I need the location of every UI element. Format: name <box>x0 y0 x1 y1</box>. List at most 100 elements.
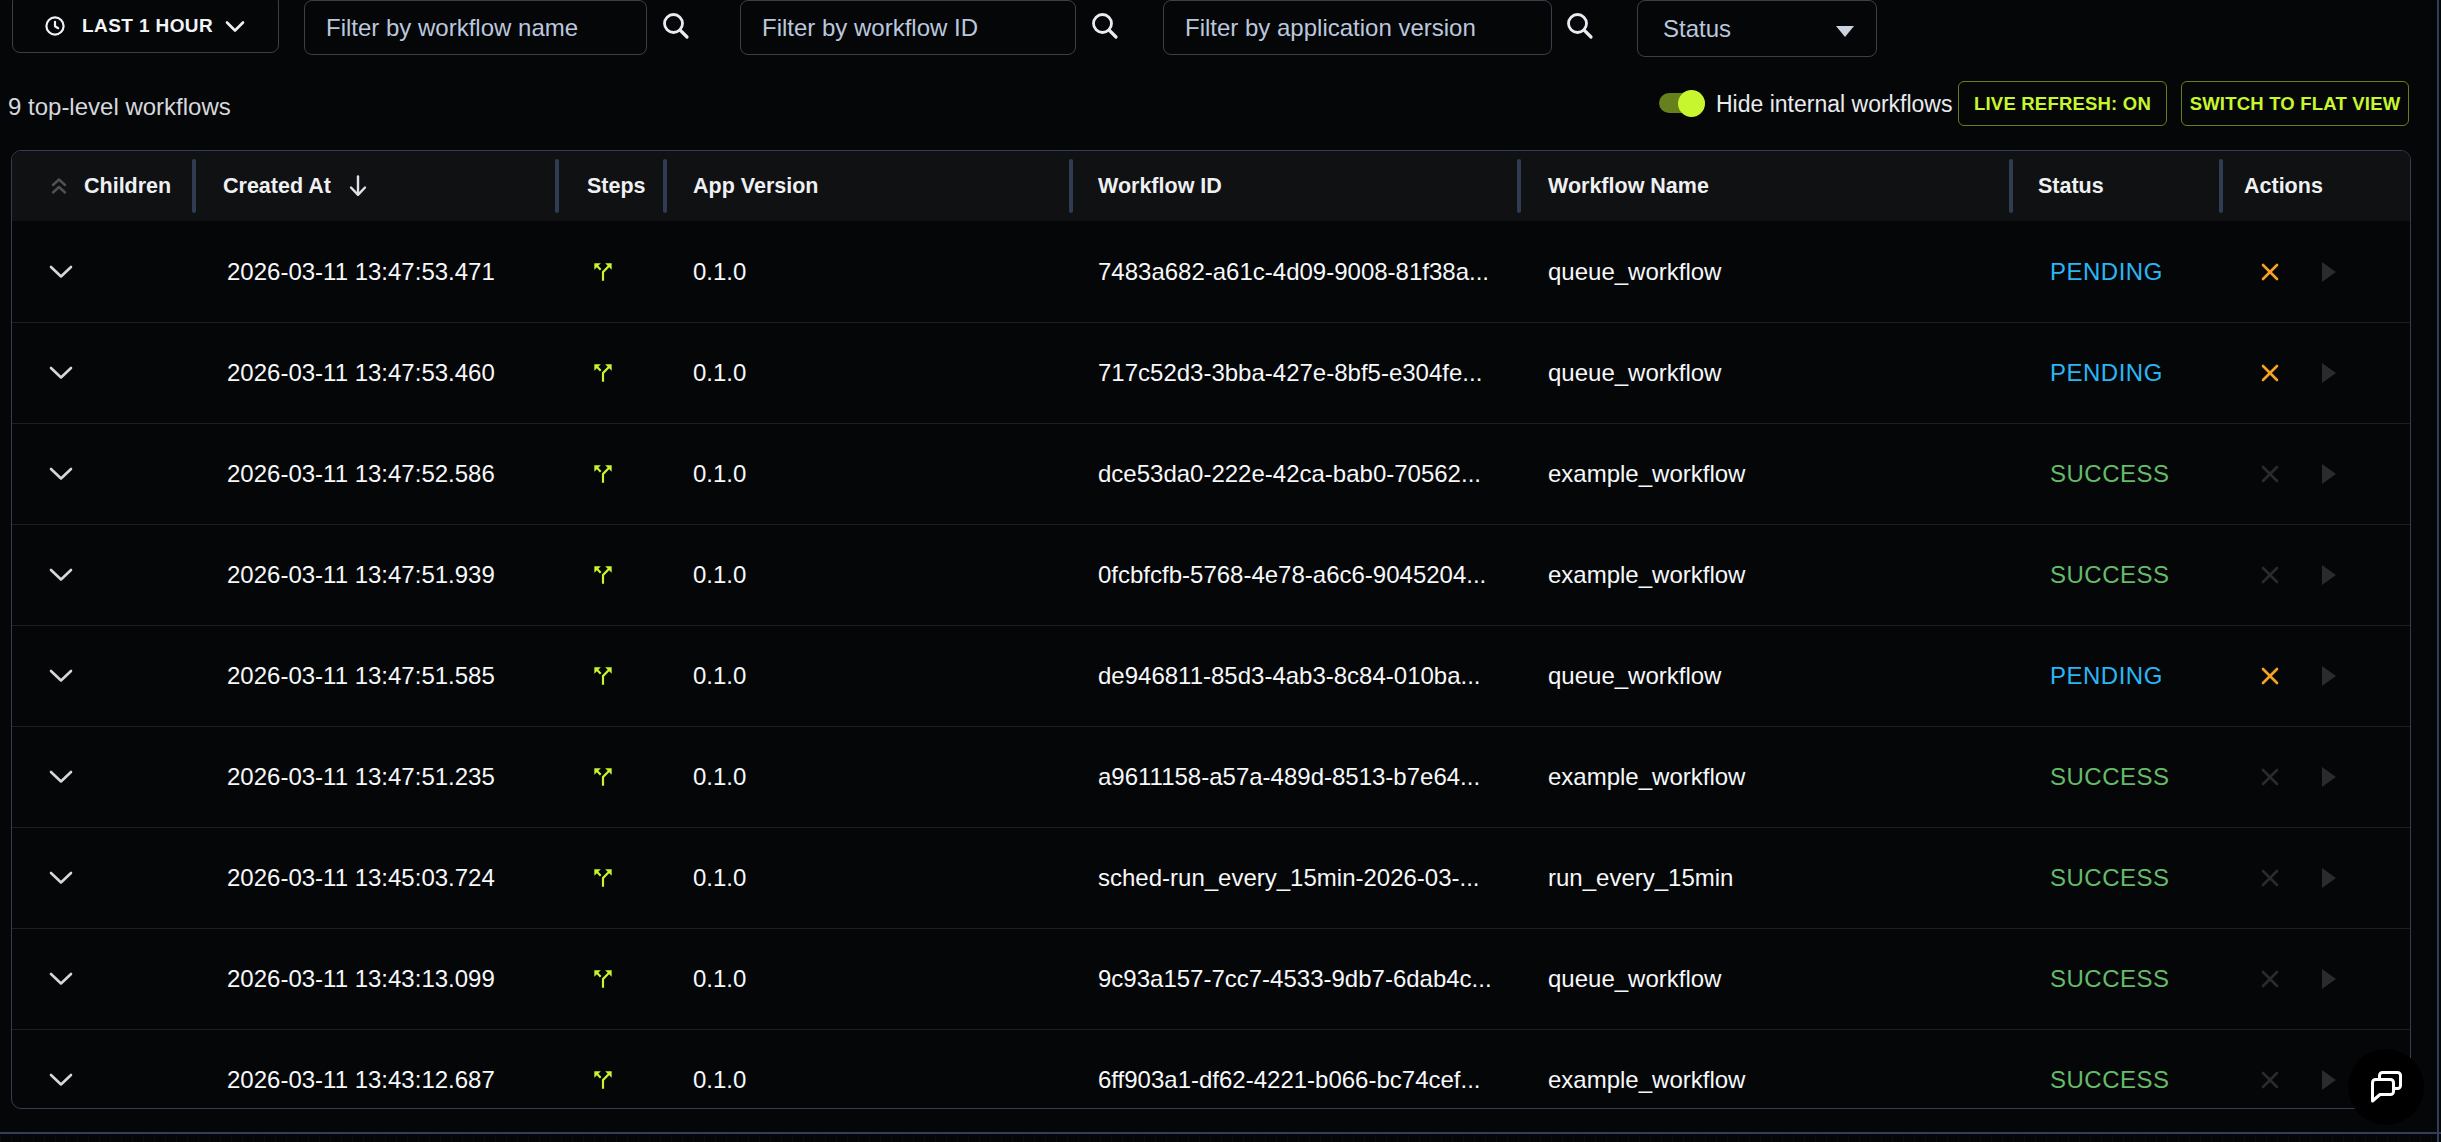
status-cell: SUCCESS <box>2011 929 2221 1029</box>
status-cell: SUCCESS <box>2011 828 2221 928</box>
table-row: 2026-03-11 13:47:51.939 0.1.0 0fcbfcfb-5… <box>12 524 2410 625</box>
actions-cell <box>2221 727 2410 827</box>
workflow-id-cell: dce53da0-222e-42ca-bab0-70562... <box>1071 424 1519 524</box>
table-row: 2026-03-11 13:47:53.460 0.1.0 717c52d3-3… <box>12 322 2410 423</box>
table-row: 2026-03-11 13:43:13.099 0.1.0 9c93a157-7… <box>12 928 2410 1029</box>
status-badge: SUCCESS <box>2050 965 2170 993</box>
table-row: 2026-03-11 13:47:51.235 0.1.0 a9611158-a… <box>12 726 2410 827</box>
expand-row-icon[interactable] <box>49 366 73 380</box>
status-badge: SUCCESS <box>2050 763 2170 791</box>
expand-row-icon[interactable] <box>49 972 73 986</box>
steps-icon[interactable] <box>590 865 616 891</box>
play-icon[interactable] <box>2322 464 2336 484</box>
status-badge: PENDING <box>2050 359 2163 387</box>
workflow-name-filter-input[interactable] <box>304 0 647 55</box>
actions-cell <box>2221 525 2410 625</box>
steps-icon[interactable] <box>590 461 616 487</box>
status-filter-select[interactable]: Status <box>1637 0 1877 57</box>
workflow-count-text: 9 top-level workflows <box>8 94 231 120</box>
cancel-icon[interactable] <box>2258 563 2282 587</box>
switch-to-flat-view-button[interactable]: SWITCH TO FLAT VIEW <box>2181 81 2409 126</box>
children-cell <box>12 424 194 524</box>
cancel-icon[interactable] <box>2258 361 2282 385</box>
cancel-icon[interactable] <box>2258 1068 2282 1092</box>
actions-cell <box>2221 828 2410 928</box>
children-cell <box>12 221 194 322</box>
app-version-cell: 0.1.0 <box>665 929 1071 1029</box>
steps-icon[interactable] <box>590 663 616 689</box>
header-actions: Actions <box>2221 151 2410 221</box>
hide-internal-toggle-knob[interactable] <box>1678 90 1705 117</box>
workflow-id-cell: a9611158-a57a-489d-8513-b7e64... <box>1071 727 1519 827</box>
steps-cell <box>557 323 665 423</box>
workflow-id-cell: 7483a682-a61c-4d09-9008-81f38a... <box>1071 221 1519 322</box>
workflow-id-cell: 717c52d3-3bba-427e-8bf5-e304fe... <box>1071 323 1519 423</box>
search-icon[interactable] <box>1088 10 1122 44</box>
expand-row-icon[interactable] <box>49 770 73 784</box>
header-workflow-name[interactable]: Workflow Name <box>1519 151 2011 221</box>
chat-button[interactable] <box>2348 1049 2424 1125</box>
header-app-version[interactable]: App Version <box>665 151 1071 221</box>
play-icon[interactable] <box>2322 363 2336 383</box>
steps-icon[interactable] <box>590 764 616 790</box>
cancel-icon[interactable] <box>2258 866 2282 890</box>
search-icon[interactable] <box>659 10 693 44</box>
workflow-name-cell: queue_workflow <box>1519 221 2011 322</box>
table-row: 2026-03-11 13:45:03.724 0.1.0 sched-run_… <box>12 827 2410 928</box>
play-icon[interactable] <box>2322 767 2336 787</box>
steps-icon[interactable] <box>590 360 616 386</box>
play-icon[interactable] <box>2322 868 2336 888</box>
play-icon[interactable] <box>2322 666 2336 686</box>
table-header-row: Children Created At Steps App Version Wo… <box>12 151 2410 221</box>
workflow-name-cell: queue_workflow <box>1519 626 2011 726</box>
cancel-icon[interactable] <box>2258 967 2282 991</box>
play-icon[interactable] <box>2322 565 2336 585</box>
search-icon[interactable] <box>1563 10 1597 44</box>
expand-row-icon[interactable] <box>49 467 73 481</box>
play-icon[interactable] <box>2322 969 2336 989</box>
expand-row-icon[interactable] <box>49 265 73 279</box>
created-at-cell: 2026-03-11 13:47:51.939 <box>194 525 557 625</box>
expand-row-icon[interactable] <box>49 1073 73 1087</box>
created-at-cell: 2026-03-11 13:47:53.471 <box>194 221 557 322</box>
steps-icon[interactable] <box>590 1067 616 1093</box>
cancel-icon[interactable] <box>2258 260 2282 284</box>
steps-cell <box>557 424 665 524</box>
dropdown-arrow-icon <box>1836 26 1854 37</box>
live-refresh-button[interactable]: LIVE REFRESH: ON <box>1958 81 2167 126</box>
header-workflow-name-label: Workflow Name <box>1548 174 1709 199</box>
cancel-icon[interactable] <box>2258 462 2282 486</box>
expand-row-icon[interactable] <box>49 568 73 582</box>
collapse-all-icon[interactable] <box>49 176 69 196</box>
status-cell: SUCCESS <box>2011 1030 2221 1109</box>
chat-icon <box>2365 1066 2407 1108</box>
header-steps[interactable]: Steps <box>557 151 665 221</box>
expand-row-icon[interactable] <box>49 669 73 683</box>
hide-internal-toggle-label: Hide internal workflows <box>1716 92 1952 117</box>
header-workflow-id[interactable]: Workflow ID <box>1071 151 1519 221</box>
status-badge: SUCCESS <box>2050 460 2170 488</box>
play-icon[interactable] <box>2322 1070 2336 1090</box>
actions-cell <box>2221 424 2410 524</box>
header-status[interactable]: Status <box>2011 151 2221 221</box>
created-at-cell: 2026-03-11 13:43:12.687 <box>194 1030 557 1109</box>
children-cell <box>12 323 194 423</box>
header-created-at[interactable]: Created At <box>194 151 557 221</box>
steps-icon[interactable] <box>590 259 616 285</box>
children-cell <box>12 1030 194 1109</box>
cancel-icon[interactable] <box>2258 765 2282 789</box>
expand-row-icon[interactable] <box>49 871 73 885</box>
created-at-cell: 2026-03-11 13:47:51.235 <box>194 727 557 827</box>
children-cell <box>12 929 194 1029</box>
workflow-id-filter-input[interactable] <box>740 0 1076 55</box>
header-children[interactable]: Children <box>12 151 194 221</box>
time-range-button[interactable]: LAST 1 HOUR <box>12 0 279 53</box>
steps-icon[interactable] <box>590 966 616 992</box>
steps-icon[interactable] <box>590 562 616 588</box>
clock-icon <box>44 15 66 37</box>
cancel-icon[interactable] <box>2258 664 2282 688</box>
status-badge: SUCCESS <box>2050 864 2170 892</box>
app-version-filter-input[interactable] <box>1163 0 1552 55</box>
play-icon[interactable] <box>2322 262 2336 282</box>
sort-desc-icon[interactable] <box>347 174 369 198</box>
